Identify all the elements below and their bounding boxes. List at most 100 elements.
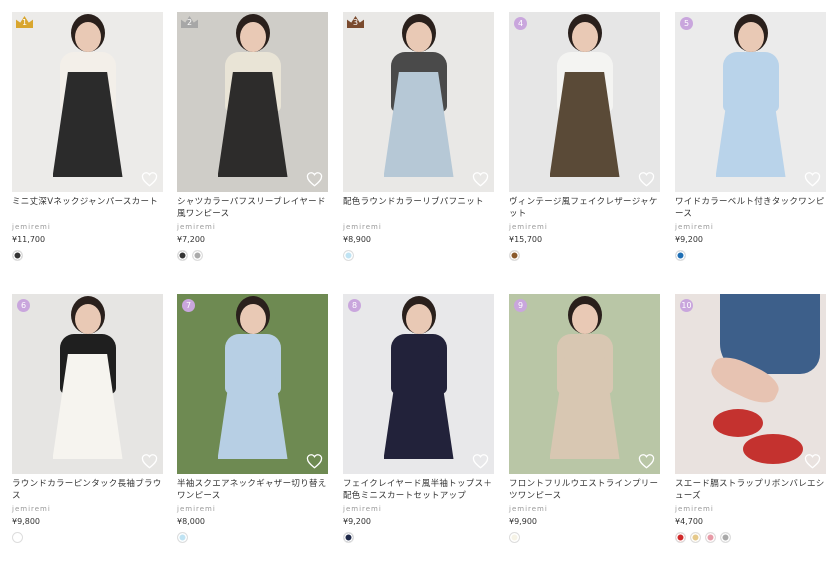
- model-figure: [239, 304, 266, 334]
- brand-name: jemiremi: [12, 505, 51, 513]
- color-swatches: [675, 532, 826, 543]
- color-swatch[interactable]: [675, 250, 686, 261]
- product-title[interactable]: スエード膈ストラップリボンバレエシューズ: [675, 478, 826, 502]
- color-swatches: [343, 250, 494, 261]
- heart-outline-icon[interactable]: [472, 171, 489, 187]
- product-card[interactable]: 5 ワイドカラーベルト付きタックワンピース jemiremi ¥9,200: [675, 12, 826, 261]
- product-grid: 1 ミニ丈深Vネックジャンパースカート jemiremi ¥11,700 2 シャツカラー…: [0, 0, 837, 573]
- product-card[interactable]: 1 ミニ丈深Vネックジャンパースカート jemiremi ¥11,700: [12, 12, 163, 261]
- color-swatch[interactable]: [343, 250, 354, 261]
- color-swatch[interactable]: [509, 532, 520, 543]
- rank-badge: 6: [17, 299, 30, 312]
- heart-outline-icon[interactable]: [638, 171, 655, 187]
- color-swatch[interactable]: [12, 532, 23, 543]
- product-card[interactable]: 8 フェイクレイヤード風半袖トップス＋配色ミニスカートセットアップ jemiremi…: [343, 294, 494, 543]
- color-swatch[interactable]: [690, 532, 701, 543]
- product-price: ¥9,200: [675, 235, 703, 244]
- product-image[interactable]: 4: [509, 12, 660, 192]
- model-figure: [405, 22, 432, 52]
- product-image[interactable]: 2: [177, 12, 328, 192]
- product-image[interactable]: 3: [343, 12, 494, 192]
- product-card[interactable]: 3 配色ラウンドカラーリブパフニット jemiremi ¥8,900: [343, 12, 494, 261]
- brand-name: jemiremi: [343, 223, 382, 231]
- product-price: ¥4,700: [675, 517, 703, 526]
- product-image[interactable]: 6: [12, 294, 163, 474]
- product-price: ¥15,700: [509, 235, 543, 244]
- color-swatch[interactable]: [12, 250, 23, 261]
- product-title[interactable]: ラウンドカラーピンタック長袖ブラウス: [12, 478, 163, 502]
- product-title[interactable]: 配色ラウンドカラーリブパフニット: [343, 196, 494, 220]
- rank-badge: 9: [514, 299, 527, 312]
- shoe-image: [743, 434, 803, 464]
- model-figure: [737, 22, 764, 52]
- heart-outline-icon[interactable]: [804, 453, 821, 469]
- model-figure: [74, 22, 101, 52]
- heart-outline-icon[interactable]: [306, 453, 323, 469]
- product-price: ¥9,900: [509, 517, 537, 526]
- product-image[interactable]: 10: [675, 294, 826, 474]
- product-image[interactable]: 7: [177, 294, 328, 474]
- product-title[interactable]: シャツカラーパフスリーブレイヤード風ワンピース: [177, 196, 328, 220]
- product-price: ¥7,200: [177, 235, 205, 244]
- heart-outline-icon[interactable]: [472, 453, 489, 469]
- brand-name: jemiremi: [675, 505, 714, 513]
- rank-badge: 7: [182, 299, 195, 312]
- brand-name: jemiremi: [177, 505, 216, 513]
- heart-outline-icon[interactable]: [141, 453, 158, 469]
- model-figure: [571, 304, 598, 334]
- product-card[interactable]: 10 スエード膈ストラップリボンバレエシューズ jemiremi ¥4,700: [675, 294, 826, 543]
- heart-outline-icon[interactable]: [141, 171, 158, 187]
- shoe-image: [713, 409, 763, 437]
- product-title[interactable]: ヴィンテージ風フェイクレザージャケット: [509, 196, 660, 220]
- product-price: ¥11,700: [12, 235, 46, 244]
- color-swatch[interactable]: [177, 532, 188, 543]
- rank-badge: 8: [348, 299, 361, 312]
- product-title[interactable]: ミニ丈深Vネックジャンパースカート: [12, 196, 163, 220]
- model-figure: [239, 22, 266, 52]
- heart-outline-icon[interactable]: [804, 171, 821, 187]
- product-price: ¥9,200: [343, 517, 371, 526]
- model-figure: [74, 304, 101, 334]
- color-swatches: [509, 250, 660, 261]
- product-price: ¥9,800: [12, 517, 40, 526]
- product-title[interactable]: フェイクレイヤード風半袖トップス＋配色ミニスカートセットアップ: [343, 478, 494, 502]
- product-image[interactable]: 5: [675, 12, 826, 192]
- product-card[interactable]: 9 フロントフリルウエストラインプリーツワンピース jemiremi ¥9,900: [509, 294, 660, 543]
- product-image[interactable]: 8: [343, 294, 494, 474]
- brand-name: jemiremi: [509, 223, 548, 231]
- product-image[interactable]: 9: [509, 294, 660, 474]
- rank-badge: 4: [514, 17, 527, 30]
- color-swatch[interactable]: [343, 532, 354, 543]
- brand-name: jemiremi: [177, 223, 216, 231]
- color-swatches: [177, 250, 328, 261]
- product-image[interactable]: 1: [12, 12, 163, 192]
- product-title[interactable]: 半袖スクエアネックギャザー切り替えワンピース: [177, 478, 328, 502]
- product-title[interactable]: ワイドカラーベルト付きタックワンピース: [675, 196, 826, 220]
- color-swatches: [675, 250, 826, 261]
- product-card[interactable]: 7 半袖スクエアネックギャザー切り替えワンピース jemiremi ¥8,000: [177, 294, 328, 543]
- brand-name: jemiremi: [12, 223, 51, 231]
- color-swatches: [12, 250, 163, 261]
- heart-outline-icon[interactable]: [638, 453, 655, 469]
- brand-name: jemiremi: [675, 223, 714, 231]
- product-card[interactable]: 2 シャツカラーパフスリーブレイヤード風ワンピース jemiremi ¥7,200: [177, 12, 328, 261]
- rank-badge: 10: [680, 299, 693, 312]
- color-swatches: [343, 532, 494, 543]
- color-swatch[interactable]: [177, 250, 188, 261]
- color-swatches: [177, 532, 328, 543]
- product-title[interactable]: フロントフリルウエストラインプリーツワンピース: [509, 478, 660, 502]
- color-swatch[interactable]: [720, 532, 731, 543]
- color-swatch[interactable]: [509, 250, 520, 261]
- product-card[interactable]: 4 ヴィンテージ風フェイクレザージャケット jemiremi ¥15,700: [509, 12, 660, 261]
- color-swatches: [509, 532, 660, 543]
- heart-outline-icon[interactable]: [306, 171, 323, 187]
- product-price: ¥8,000: [177, 517, 205, 526]
- color-swatch[interactable]: [705, 532, 716, 543]
- color-swatches: [12, 532, 163, 543]
- color-swatch[interactable]: [192, 250, 203, 261]
- model-figure: [571, 22, 598, 52]
- brand-name: jemiremi: [509, 505, 548, 513]
- rank-badge: 5: [680, 17, 693, 30]
- product-card[interactable]: 6 ラウンドカラーピンタック長袖ブラウス jemiremi ¥9,800: [12, 294, 163, 543]
- color-swatch[interactable]: [675, 532, 686, 543]
